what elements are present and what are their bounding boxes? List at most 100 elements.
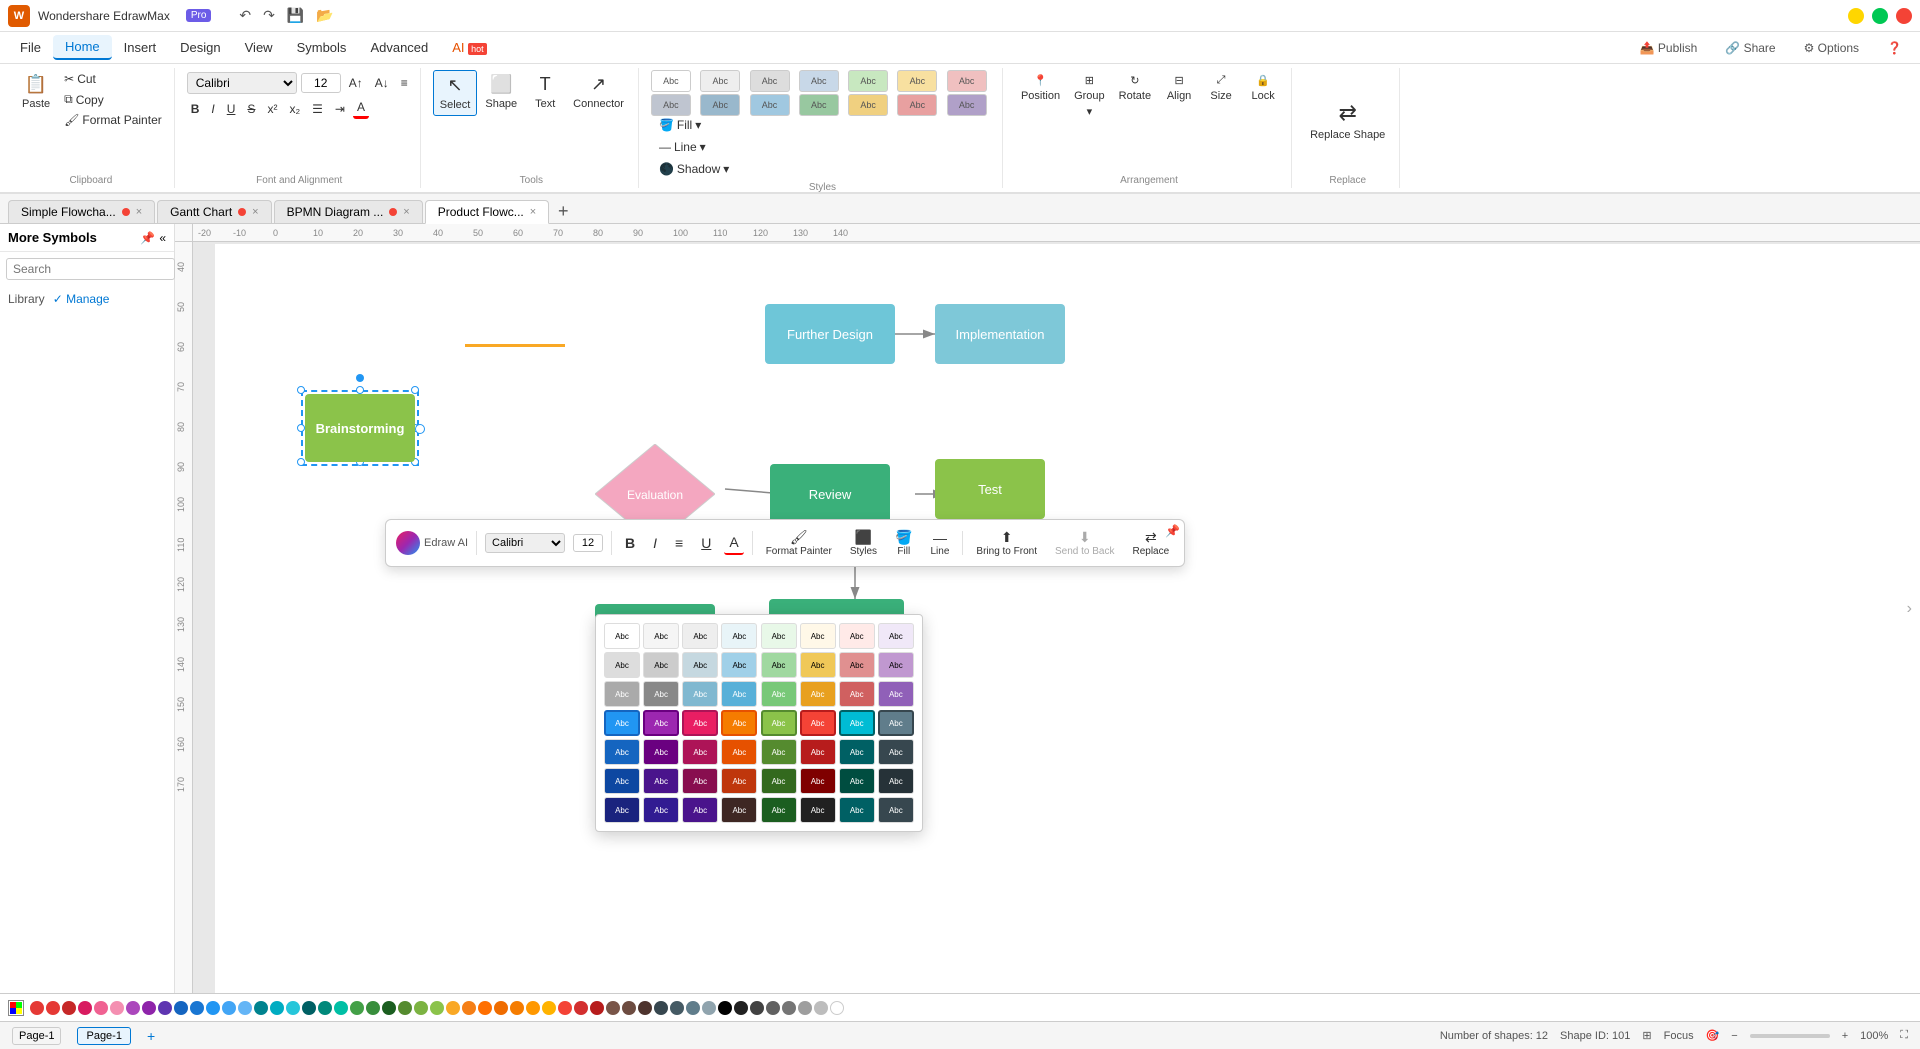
sp-swatch-5-3[interactable]: Abc	[682, 739, 718, 765]
sp-swatch-4-7[interactable]: Abc	[839, 710, 875, 736]
color-light-green[interactable]	[414, 1001, 428, 1015]
sidebar-pin-button[interactable]: 📌	[140, 231, 155, 245]
style-swatch-11[interactable]: Abc	[799, 94, 839, 116]
menu-symbols[interactable]: Symbols	[285, 36, 359, 59]
menu-home[interactable]: Home	[53, 35, 112, 60]
style-swatch-9[interactable]: Abc	[700, 94, 740, 116]
copy-button[interactable]: ⧉ Copy	[60, 90, 166, 109]
sp-swatch-6-1[interactable]: Abc	[604, 768, 640, 794]
ft-font-size[interactable]	[573, 534, 603, 552]
color-blue[interactable]	[190, 1001, 204, 1015]
sp-swatch-2-1[interactable]: Abc	[604, 652, 640, 678]
sp-swatch-4-6[interactable]: Abc	[800, 710, 836, 736]
sp-swatch-4-4[interactable]: Abc	[721, 710, 757, 736]
color-yellow[interactable]	[542, 1001, 556, 1015]
maximize-button[interactable]	[1872, 8, 1888, 24]
connector-tool-button[interactable]: ↗ Connector	[567, 70, 630, 114]
handle-ml[interactable]	[297, 424, 305, 432]
color-teal-light[interactable]	[334, 1001, 348, 1015]
ft-send-back-button[interactable]: ⬇ Send to Back	[1050, 526, 1119, 560]
sp-swatch-1-3[interactable]: Abc	[682, 623, 718, 649]
color-teal[interactable]	[318, 1001, 332, 1015]
style-swatch-6[interactable]: Abc	[897, 70, 937, 92]
group-button[interactable]: ⊞Group ▾	[1068, 70, 1111, 122]
sp-swatch-5-1[interactable]: Abc	[604, 739, 640, 765]
color-very-dark-grey[interactable]	[750, 1001, 764, 1015]
sp-swatch-6-6[interactable]: Abc	[800, 768, 836, 794]
color-amber-dark[interactable]	[462, 1001, 476, 1015]
ft-format-painter-button[interactable]: 🖌 Format Painter	[761, 526, 837, 560]
style-swatch-4[interactable]: Abc	[799, 70, 839, 92]
font-family-select[interactable]: Calibri	[187, 72, 297, 94]
format-painter-button[interactable]: 🖌 Format Painter	[60, 111, 166, 129]
help-button[interactable]: ❓	[1877, 37, 1912, 59]
sp-swatch-7-3[interactable]: Abc	[682, 797, 718, 823]
sp-swatch-6-7[interactable]: Abc	[839, 768, 875, 794]
color-green-darker[interactable]	[382, 1001, 396, 1015]
line-button[interactable]: — Line ▾	[655, 138, 994, 156]
sp-swatch-6-8[interactable]: Abc	[878, 768, 914, 794]
color-red-dark[interactable]	[30, 1001, 44, 1015]
color-orange-dark[interactable]	[478, 1001, 492, 1015]
sp-swatch-5-6[interactable]: Abc	[800, 739, 836, 765]
sp-swatch-5-2[interactable]: Abc	[643, 739, 679, 765]
sp-swatch-3-3[interactable]: Abc	[682, 681, 718, 707]
color-red-deep[interactable]	[574, 1001, 588, 1015]
strikethrough-button[interactable]: S	[243, 100, 259, 118]
sp-swatch-5-5[interactable]: Abc	[761, 739, 797, 765]
sp-swatch-3-4[interactable]: Abc	[721, 681, 757, 707]
canvas-drawing-area[interactable]: Further Design Implementation Evaluation…	[215, 244, 1920, 993]
color-brown-darker[interactable]	[638, 1001, 652, 1015]
color-green[interactable]	[350, 1001, 364, 1015]
add-tab-button[interactable]: +	[551, 199, 575, 223]
select-tool-button[interactable]: ↖ Select	[433, 70, 478, 116]
ft-line-button[interactable]: — Line	[926, 527, 955, 560]
menu-design[interactable]: Design	[168, 36, 232, 59]
sp-swatch-2-7[interactable]: Abc	[839, 652, 875, 678]
color-deep-red[interactable]	[558, 1001, 572, 1015]
decrease-font-button[interactable]: A↓	[371, 74, 393, 92]
style-swatch-2[interactable]: Abc	[700, 70, 740, 92]
sp-swatch-7-6[interactable]: Abc	[800, 797, 836, 823]
color-blue-lighter[interactable]	[222, 1001, 236, 1015]
sp-swatch-4-5[interactable]: Abc	[761, 710, 797, 736]
subscript-button[interactable]: x₂	[285, 100, 304, 118]
sp-swatch-3-5[interactable]: Abc	[761, 681, 797, 707]
font-size-input[interactable]	[301, 73, 341, 93]
color-blue-dark[interactable]	[174, 1001, 188, 1015]
color-brown[interactable]	[606, 1001, 620, 1015]
sp-swatch-2-4[interactable]: Abc	[721, 652, 757, 678]
zoom-out-button[interactable]: −	[1731, 1030, 1737, 1042]
zoom-slider[interactable]	[1750, 1034, 1830, 1038]
color-orange-light[interactable]	[526, 1001, 540, 1015]
list-button[interactable]: ☰	[308, 100, 327, 118]
menu-advanced[interactable]: Advanced	[358, 36, 440, 59]
align-shapes-button[interactable]: ⊟Align	[1159, 70, 1199, 106]
zoom-in-button[interactable]: +	[1842, 1030, 1848, 1042]
tab-product-close[interactable]: ×	[530, 206, 536, 218]
ft-styles-button[interactable]: ⬛ Styles	[845, 526, 882, 560]
indent-button[interactable]: ⇥	[331, 100, 349, 118]
sp-swatch-6-2[interactable]: Abc	[643, 768, 679, 794]
cut-button[interactable]: ✂ Cut	[60, 70, 166, 88]
sidebar-manage-link[interactable]: ✓ Manage	[53, 292, 110, 306]
style-swatch-5[interactable]: Abc	[848, 70, 888, 92]
position-button[interactable]: 📍Position	[1015, 70, 1066, 106]
color-near-black[interactable]	[734, 1001, 748, 1015]
color-medium-grey[interactable]	[798, 1001, 812, 1015]
rotate-button[interactable]: ↻Rotate	[1113, 70, 1157, 106]
color-light-green-pale[interactable]	[430, 1001, 444, 1015]
minimize-button[interactable]	[1848, 8, 1864, 24]
shadow-button[interactable]: 🌑 Shadow ▾	[655, 160, 994, 178]
handle-tl[interactable]	[297, 386, 305, 394]
style-swatch-1[interactable]: Abc	[651, 70, 691, 92]
options-button[interactable]: ⚙ Options	[1794, 37, 1869, 59]
color-amber[interactable]	[446, 1001, 460, 1015]
undo-button[interactable]: ↶	[235, 5, 255, 26]
sp-swatch-3-6[interactable]: Abc	[800, 681, 836, 707]
color-blue-grey[interactable]	[670, 1001, 684, 1015]
color-picker-icon[interactable]	[8, 1000, 24, 1016]
canvas-area[interactable]: -20 -10 0 10 20 30 40 50 60 70 80 90 100…	[175, 224, 1920, 993]
sp-swatch-3-8[interactable]: Abc	[878, 681, 914, 707]
share-button[interactable]: 🔗 Share	[1715, 37, 1785, 59]
